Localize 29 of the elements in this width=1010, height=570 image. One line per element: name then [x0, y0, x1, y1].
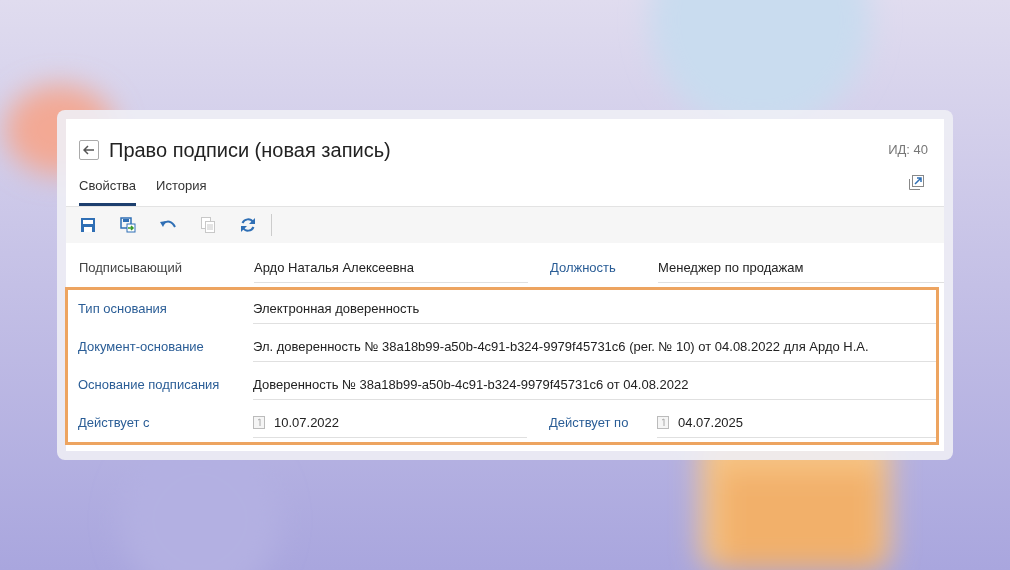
save-new-icon	[120, 217, 136, 233]
toolbar-button[interactable]	[239, 215, 257, 235]
field-label: Должность	[550, 259, 617, 278]
field-label: Основание подписания	[78, 376, 221, 395]
text-field[interactable]: Эл. доверенность № 38a18b99-a50b-4c91-b324-9979f45731c6 (рег. № 10) от 04.08.2022 для Ардо Н.А.	[253, 332, 936, 362]
arrow-left-icon	[83, 145, 95, 155]
open-external-icon[interactable]	[909, 175, 924, 190]
text-field[interactable]: Доверенность № 38a18b99-a50b-4c91-b324-9979f45731c6 от 04.08.2022	[253, 370, 936, 400]
field-label: Тип основания	[78, 300, 168, 319]
toolbar-button[interactable]	[79, 215, 97, 235]
text-field[interactable]: Электронная доверенность	[253, 294, 936, 324]
record-id: ИД: 40	[888, 141, 928, 160]
calendar-icon	[253, 416, 265, 429]
save-icon	[80, 217, 96, 233]
field-label: Документ-основание	[78, 338, 205, 357]
field-label: Действует по	[549, 414, 630, 433]
back-button[interactable]	[79, 140, 99, 160]
calendar-icon	[657, 416, 669, 429]
tab[interactable]: История	[156, 175, 207, 206]
field-label: Действует с	[78, 414, 151, 433]
field-label: Подписывающий	[79, 259, 183, 278]
date-field[interactable]: 04.07.2025	[657, 408, 936, 438]
window-title: Право подписи (новая запись)	[109, 138, 391, 163]
refresh-icon	[240, 217, 256, 233]
copy-icon	[201, 217, 215, 233]
date-field[interactable]: 10.07.2022	[253, 408, 527, 438]
text-field[interactable]: Ардо Наталья Алексеевна	[254, 253, 528, 283]
toolbar-button[interactable]	[119, 215, 137, 235]
text-field[interactable]: Менеджер по продажам	[658, 253, 944, 283]
